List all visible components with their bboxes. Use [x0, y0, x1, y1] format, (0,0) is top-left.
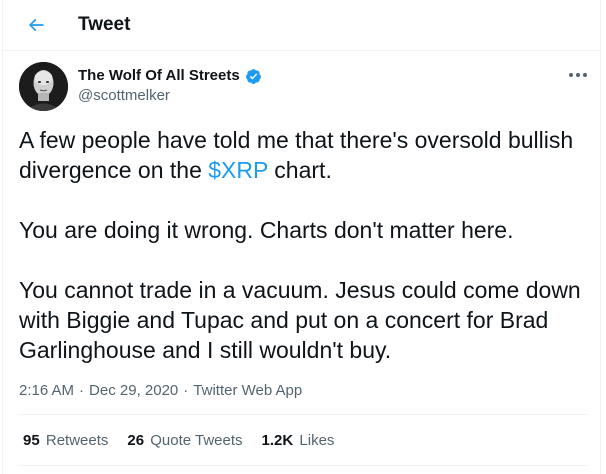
tweet-source[interactable]: Twitter Web App	[193, 382, 302, 399]
tweet-date[interactable]: Dec 29, 2020	[89, 382, 178, 399]
tweet-paragraph-1: A few people have told me that there's o…	[19, 125, 589, 185]
tweet-detail-panel: Tweet The Wolf Of All Streets @scottmelk…	[2, 0, 601, 474]
more-dots-icon	[569, 73, 587, 77]
meta-separator: ·	[183, 382, 189, 399]
author-name[interactable]: The Wolf Of All Streets	[78, 67, 240, 85]
divider	[19, 414, 588, 415]
quote-tweets-stat[interactable]: 26 Quote Tweets	[127, 432, 242, 450]
verified-badge-icon	[245, 68, 261, 84]
likes-count: 1.2K	[261, 432, 294, 449]
tweet-time[interactable]: 2:16 AM	[19, 382, 74, 399]
tweet-paragraph-3: You cannot trade in a vacuum. Jesus coul…	[19, 277, 581, 363]
tweet-text: A few people have told me that there's o…	[19, 125, 589, 365]
avatar[interactable]	[19, 62, 68, 111]
retweets-label: Retweets	[45, 432, 109, 449]
tweet-paragraph-2: You are doing it wrong. Charts don't mat…	[19, 217, 514, 243]
page-header: Tweet	[3, 0, 600, 51]
arrow-left-icon	[28, 18, 44, 32]
cashtag-link[interactable]: $XRP	[208, 157, 268, 183]
author-name-row: The Wolf Of All Streets	[78, 67, 262, 85]
tweet-meta: 2:16 AM · Dec 29, 2020 · Twitter Web App	[19, 382, 302, 400]
quote-tweets-count: 26	[127, 432, 145, 449]
likes-stat[interactable]: 1.2K Likes	[262, 432, 335, 450]
likes-label: Likes	[299, 432, 335, 449]
meta-separator: ·	[79, 382, 85, 399]
back-button[interactable]	[23, 12, 49, 38]
divider	[19, 465, 588, 466]
author-handle[interactable]: @scottmelker	[78, 87, 170, 105]
tweet-text-segment: chart.	[267, 157, 332, 183]
more-options-button[interactable]	[567, 66, 589, 84]
retweets-stat[interactable]: 95 Retweets	[23, 432, 108, 450]
tweet-stats: 95 Retweets 26 Quote Tweets 1.2K Likes	[23, 432, 353, 450]
avatar-image	[19, 62, 68, 111]
page-title: Tweet	[78, 14, 131, 35]
retweets-count: 95	[23, 432, 40, 449]
quote-tweets-label: Quote Tweets	[150, 432, 243, 449]
